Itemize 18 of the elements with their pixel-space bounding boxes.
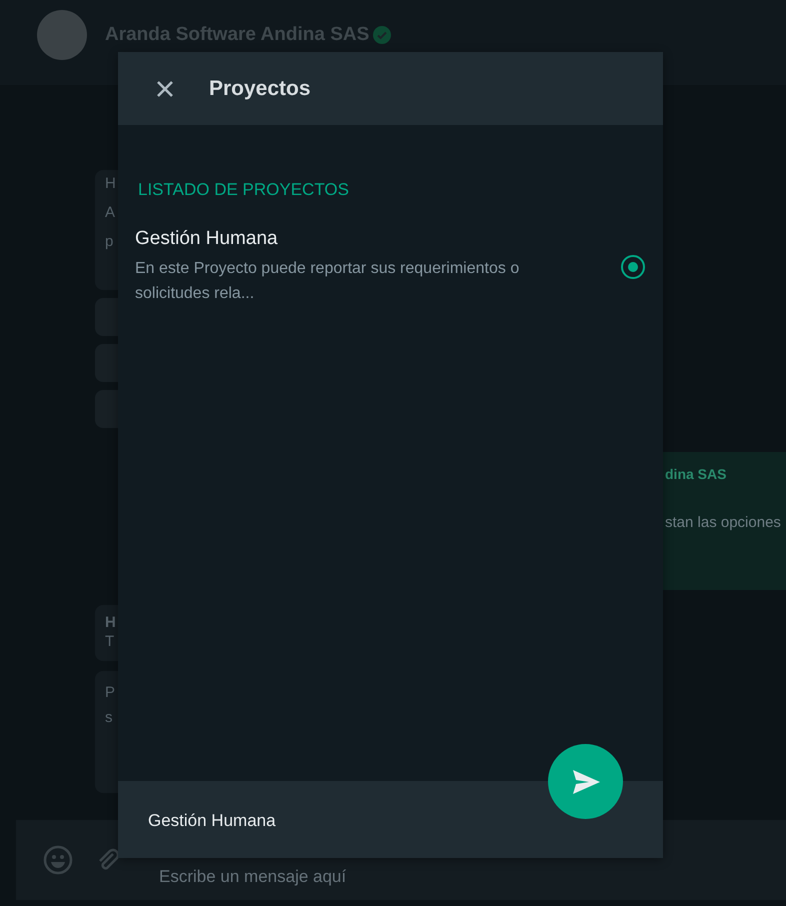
- message-text: stan las opciones: [665, 514, 782, 531]
- project-option[interactable]: Gestión Humana En este Proyecto puede reportar sus requerimientos o solicitudes rela...: [135, 228, 646, 306]
- section-heading: LISTADO DE PROYECTOS: [138, 180, 350, 200]
- emoji-icon[interactable]: [43, 845, 73, 875]
- message-text: s: [105, 708, 114, 727]
- sender-name: dina SAS: [665, 466, 728, 482]
- message-text: H: [105, 613, 117, 632]
- project-description: En este Proyecto puede reportar sus requerimientos o solicitudes rela...: [135, 259, 520, 304]
- dialog-title: Proyectos: [209, 76, 311, 100]
- selected-project-text: Gestión Humana: [148, 811, 276, 831]
- message-text: H: [105, 174, 117, 193]
- message-text: T: [105, 632, 116, 651]
- project-name: Gestión Humana: [135, 228, 279, 250]
- message-text: P: [105, 683, 116, 702]
- radio-button[interactable]: [621, 255, 645, 279]
- avatar-icon: [37, 10, 87, 60]
- message-text: p: [105, 232, 114, 251]
- message-text: A: [105, 203, 116, 222]
